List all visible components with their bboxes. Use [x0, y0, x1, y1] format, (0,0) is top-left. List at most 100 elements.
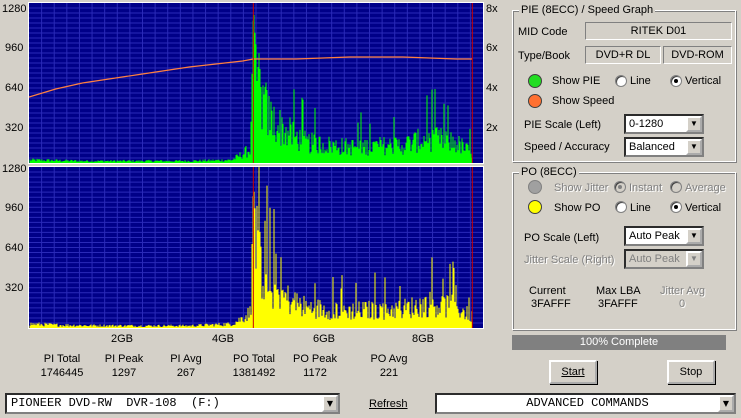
pie-line-label[interactable]: Line	[630, 75, 651, 87]
drive-select[interactable]: PIONEER DVD-RW DVR-108 (F:) ▼	[5, 393, 340, 414]
mid-code-value: RITEK D01	[585, 22, 732, 40]
chevron-down-icon: ▼	[686, 251, 702, 267]
pie-chart-svg	[29, 3, 483, 163]
pie-scale-select[interactable]: 0-1280 ▼	[624, 114, 704, 134]
po-vertical-label[interactable]: Vertical	[685, 202, 721, 214]
jitter-avg-label: Jitter Avg	[660, 285, 706, 297]
chevron-down-icon[interactable]: ▼	[322, 395, 338, 412]
po-y-tick-1280: 1280	[2, 163, 27, 175]
chevron-down-icon[interactable]: ▼	[686, 139, 702, 155]
speed-color-swatch[interactable]	[528, 94, 542, 108]
jitter-average-radio	[670, 181, 682, 193]
pie-vertical-label[interactable]: Vertical	[685, 75, 721, 87]
stat-pi-avg-label: PI Avg	[170, 353, 202, 365]
pie-y-tick-1280: 1280	[2, 3, 27, 15]
type-book-label: Type/Book	[518, 50, 570, 62]
pie-color-swatch[interactable]	[528, 74, 542, 88]
speed-y-tick-2x: 2x	[486, 122, 498, 134]
po-y-tick-320: 320	[5, 282, 24, 294]
data-bars	[29, 14, 473, 163]
current-label: Current	[529, 285, 566, 297]
x-tick-6gb: 6GB	[313, 333, 336, 345]
stat-pi-total-value: 1746445	[40, 367, 84, 379]
start-button-label: Start	[561, 366, 585, 378]
stat-po-avg: PO Avg 221	[354, 352, 424, 380]
po-scale-label: PO Scale (Left)	[524, 232, 600, 244]
pie-group-title: PIE (8ECC) / Speed Graph	[519, 4, 656, 16]
progress-bar: 100% Complete	[512, 335, 726, 350]
stat-po-total-label: PO Total	[233, 353, 275, 365]
speed-accuracy-value: Balanced	[629, 141, 675, 153]
x-tick-4gb: 4GB	[212, 333, 235, 345]
speed-y-tick-4x: 4x	[486, 82, 498, 94]
speed-accuracy-select[interactable]: Balanced ▼	[624, 137, 704, 157]
book-type-value: DVD-ROM	[663, 46, 732, 64]
po-scale-value: Auto Peak	[629, 230, 680, 242]
chevron-down-icon[interactable]: ▼	[718, 395, 734, 412]
jitter-avg-value: 0	[679, 298, 686, 310]
pie-scale-value: 0-1280	[629, 118, 664, 130]
pie-y-tick-640: 640	[5, 82, 24, 94]
stat-pi-avg: PI Avg 267	[151, 352, 221, 380]
current-value: 3FAFFF	[531, 298, 571, 310]
jitter-instant-label: Instant	[629, 182, 663, 194]
progress-text: 100% Complete	[579, 336, 659, 348]
show-jitter-label: Show Jitter	[554, 182, 609, 194]
stat-pi-avg-value: 267	[176, 367, 196, 379]
stat-po-peak-value: 1172	[303, 367, 327, 379]
mid-code-label: MID Code	[518, 26, 568, 38]
pie-y-tick-320: 320	[5, 122, 24, 134]
disc-type-value: DVD+R DL	[585, 46, 661, 64]
stop-button-label: Stop	[679, 366, 703, 378]
po-chart-svg	[29, 167, 483, 328]
stat-pi-peak-label: PI Peak	[104, 353, 144, 365]
advanced-commands-select[interactable]: ADVANCED COMMANDS ▼	[435, 393, 736, 414]
drive-select-value: PIONEER DVD-RW DVR-108 (F:)	[11, 396, 220, 410]
chevron-down-icon[interactable]: ▼	[686, 116, 702, 132]
stat-pi-peak: PI Peak 1297	[89, 352, 159, 380]
jitter-instant-radio	[614, 181, 626, 193]
po-y-tick-960: 960	[5, 202, 24, 214]
start-button[interactable]: Start	[549, 360, 597, 384]
stat-pi-peak-value: 1297	[111, 367, 137, 379]
stat-pi-total-label: PI Total	[43, 353, 81, 365]
po-line-radio[interactable]	[615, 201, 627, 213]
show-pie-label[interactable]: Show PIE	[552, 75, 600, 87]
x-tick-2gb: 2GB	[111, 333, 134, 345]
po-scale-select[interactable]: Auto Peak ▼	[624, 226, 704, 246]
max-lba-label: Max LBA	[596, 285, 641, 297]
jitter-color-swatch	[528, 180, 542, 194]
stop-button[interactable]: Stop	[667, 360, 715, 384]
speed-y-tick-6x: 6x	[486, 42, 498, 54]
pie-chart	[28, 2, 484, 164]
stat-po-avg-value: 221	[379, 367, 399, 379]
advanced-commands-value: ADVANCED COMMANDS	[526, 396, 649, 410]
chevron-down-icon[interactable]: ▼	[686, 228, 702, 244]
stat-pi-total: PI Total 1746445	[27, 352, 97, 380]
po-group-title: PO (8ECC)	[519, 166, 579, 178]
po-y-tick-640: 640	[5, 242, 24, 254]
stat-po-total: PO Total 1381492	[219, 352, 289, 380]
pie-vertical-radio[interactable]	[670, 75, 682, 87]
stat-po-avg-label: PO Avg	[370, 353, 408, 365]
show-speed-label[interactable]: Show Speed	[552, 95, 614, 107]
po-line-label[interactable]: Line	[630, 202, 651, 214]
po-vertical-radio[interactable]	[670, 201, 682, 213]
pie-scale-label: PIE Scale (Left)	[524, 119, 602, 131]
speed-y-tick-8x: 8x	[486, 3, 498, 15]
jitter-scale-label: Jitter Scale (Right)	[524, 254, 615, 266]
max-lba-value: 3FAFFF	[598, 298, 638, 310]
show-po-label[interactable]: Show PO	[554, 202, 600, 214]
x-tick-8gb: 8GB	[412, 333, 435, 345]
pie-y-tick-960: 960	[5, 42, 24, 54]
stat-po-peak: PO Peak 1172	[280, 352, 350, 380]
stat-po-total-value: 1381492	[232, 367, 276, 379]
jitter-scale-value: Auto Peak	[629, 253, 680, 265]
jitter-scale-select: Auto Peak ▼	[624, 249, 704, 269]
po-chart	[28, 166, 484, 329]
jitter-average-label: Average	[685, 182, 726, 194]
speed-accuracy-label: Speed / Accuracy	[524, 141, 610, 153]
pie-line-radio[interactable]	[615, 75, 627, 87]
refresh-link[interactable]: Refresh	[369, 398, 408, 410]
po-color-swatch[interactable]	[528, 200, 542, 214]
